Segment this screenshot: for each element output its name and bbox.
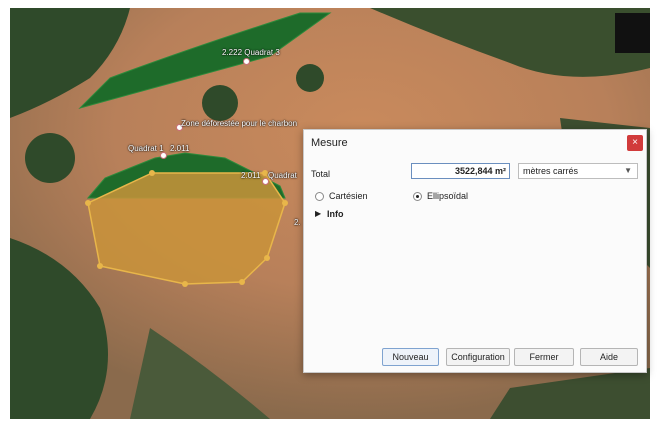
quadrat-3-marker (243, 58, 250, 65)
quadrat-right-label: Quadrat (268, 171, 297, 180)
corner-black-box (615, 13, 650, 53)
configuration-button[interactable]: Configuration (446, 348, 510, 366)
dialog-title: Mesure (311, 137, 348, 149)
right-value: 2.011 (241, 171, 261, 180)
desktop-view: 2.222 Quadrat 3 Zone déforestée pour le … (0, 0, 666, 421)
quadrat-1-marker (160, 152, 167, 159)
total-label: Total (311, 169, 331, 179)
measure-dialog: Mesure × Total 3522,844 m² mètres carrés… (303, 129, 647, 373)
radio-ellipsoidal[interactable] (413, 192, 422, 201)
expand-arrow-icon[interactable]: ▶ (315, 209, 321, 218)
units-selected-value: mètres carrés (523, 166, 579, 176)
dialog-titlebar[interactable]: Mesure × (304, 130, 646, 156)
close-button[interactable]: Fermer (514, 348, 574, 366)
close-icon[interactable]: × (627, 135, 643, 151)
new-button[interactable]: Nouveau (382, 348, 439, 366)
radio-cartesian[interactable] (315, 192, 324, 201)
radio-cartesian-label[interactable]: Cartésien (329, 191, 368, 201)
units-select[interactable]: mètres carrés ▼ (518, 163, 638, 179)
measured-polygon[interactable] (87, 172, 286, 285)
info-toggle-label[interactable]: Info (327, 209, 344, 219)
quadrat-1-label: Quadrat 1 (128, 144, 164, 153)
radio-ellipsoidal-label[interactable]: Ellipsoïdal (427, 191, 468, 201)
quadrat-3-label: 2.222 Quadrat 3 (222, 48, 280, 57)
quadrat-1-value: 2.011 (170, 144, 190, 153)
total-value-field[interactable]: 3522,844 m² (411, 163, 510, 179)
zone-label: Zone déforestée pour le charbon (181, 119, 298, 128)
partial-label: 2. (294, 218, 301, 227)
help-button[interactable]: Aide (580, 348, 638, 366)
chevron-down-icon: ▼ (624, 166, 632, 175)
